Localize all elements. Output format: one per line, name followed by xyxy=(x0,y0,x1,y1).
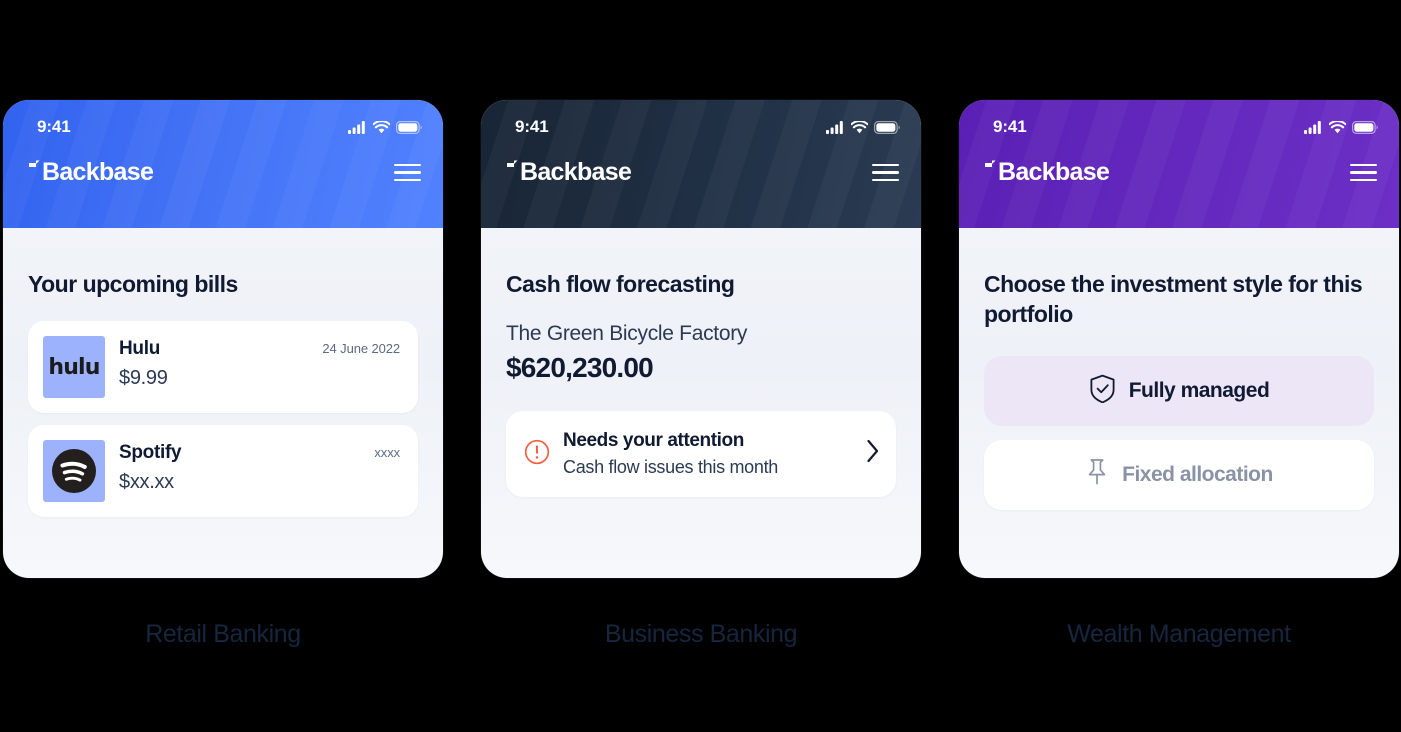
account-balance: $620,230.00 xyxy=(506,352,654,384)
bill-amount: $xx.xx xyxy=(119,471,174,494)
battery-icon xyxy=(874,120,900,134)
page-title: Cash flow forecasting xyxy=(506,271,735,297)
status-icon-group xyxy=(1304,120,1378,134)
brand-row: Backbase xyxy=(959,137,1399,187)
brand-row: Backbase xyxy=(481,137,921,187)
caption-wealth-management: Wealth Management xyxy=(1067,620,1291,648)
status-time: 9:41 xyxy=(515,117,549,136)
hulu-logo: hulu xyxy=(43,336,105,399)
screen-body-business: Cash flow forecasting The Green Bicycle … xyxy=(481,269,921,498)
chevron-right-icon[interactable] xyxy=(866,439,880,468)
option-label: Fully managed xyxy=(1128,378,1270,402)
alert-subtitle: Cash flow issues this month xyxy=(563,456,778,477)
wifi-icon xyxy=(851,120,868,133)
spotify-icon xyxy=(52,449,96,494)
signal-icon xyxy=(1304,120,1321,134)
bill-name: Hulu xyxy=(119,338,161,360)
backbase-logo[interactable]: Backbase xyxy=(28,158,154,187)
status-bar: 9:41 xyxy=(959,100,1399,137)
app-header-retail: 9:41 Backbase xyxy=(3,100,443,228)
signal-icon xyxy=(348,120,365,134)
wifi-icon xyxy=(373,120,390,133)
option-fixed-allocation[interactable]: Fixed allocation xyxy=(984,439,1374,510)
page-root: 9:41 Backbase Your upcoming bills hulu H… xyxy=(0,0,1401,732)
battery-icon xyxy=(1352,120,1378,134)
brand-name: Backbase xyxy=(42,158,154,186)
company-name: The Green Bicycle Factory xyxy=(506,322,748,346)
hamburger-menu-icon[interactable] xyxy=(394,163,421,182)
brand-row: Backbase xyxy=(3,137,443,187)
page-title: Choose the investment style for this por… xyxy=(984,271,1363,328)
status-time: 9:41 xyxy=(993,117,1027,136)
bill-due-date: 24 June 2022 xyxy=(322,341,400,357)
bill-amount: $9.99 xyxy=(119,367,168,390)
shield-check-icon xyxy=(1089,374,1116,408)
phone-mockup-retail: 9:41 Backbase Your upcoming bills hulu H… xyxy=(3,100,443,578)
backbase-logo[interactable]: Backbase xyxy=(506,158,632,187)
app-header-business: 9:41 Backbase xyxy=(481,100,921,228)
battery-icon xyxy=(396,120,422,134)
signal-icon xyxy=(826,120,843,134)
wifi-icon xyxy=(1329,120,1346,133)
caption-business-banking: Business Banking xyxy=(604,620,798,648)
alert-circle-icon xyxy=(524,439,550,470)
bill-info: Hulu $9.99 xyxy=(119,336,308,390)
hamburger-menu-icon[interactable] xyxy=(1350,163,1377,182)
pin-icon xyxy=(1085,457,1109,492)
status-icon-group xyxy=(348,120,422,134)
attention-alert-card[interactable]: Needs your attention Cash flow issues th… xyxy=(506,411,896,498)
backbase-mark-icon xyxy=(985,160,996,167)
bill-due-date: xxxx xyxy=(374,445,400,461)
alert-title: Needs your attention xyxy=(563,430,744,452)
bill-list: hulu Hulu $9.99 24 June 2022 Spotify $xx… xyxy=(28,321,418,518)
backbase-logo[interactable]: Backbase xyxy=(984,158,1110,187)
backbase-mark-icon xyxy=(29,160,40,167)
phone-mockup-business: 9:41 Backbase Cash flow forecasting The … xyxy=(481,100,921,578)
bill-list-item-spotify[interactable]: Spotify $xx.xx xxxx xyxy=(28,425,418,518)
page-title: Your upcoming bills xyxy=(28,271,238,297)
investment-style-options: Fully managed Fixed allocation xyxy=(984,355,1374,510)
status-bar: 9:41 xyxy=(3,100,443,137)
app-header-wealth: 9:41 Backbase xyxy=(959,100,1399,228)
bill-list-item-hulu[interactable]: hulu Hulu $9.99 24 June 2022 xyxy=(28,321,418,414)
screen-body-retail: Your upcoming bills hulu Hulu $9.99 24 J… xyxy=(3,269,443,518)
hamburger-menu-icon[interactable] xyxy=(872,163,899,182)
bill-info: Spotify $xx.xx xyxy=(119,440,360,494)
screen-body-wealth: Choose the investment style for this por… xyxy=(959,269,1399,510)
caption-retail-banking: Retail Banking xyxy=(145,620,301,648)
hulu-wordmark: hulu xyxy=(48,354,100,380)
bill-name: Spotify xyxy=(119,442,182,464)
phone-mockup-wealth: 9:41 Backbase Choose the investment styl… xyxy=(959,100,1399,578)
option-label: Fixed allocation xyxy=(1122,462,1273,486)
status-bar: 9:41 xyxy=(481,100,921,137)
backbase-mark-icon xyxy=(507,160,518,167)
spotify-logo xyxy=(43,440,105,503)
status-time: 9:41 xyxy=(37,117,71,136)
alert-text: Needs your attention Cash flow issues th… xyxy=(563,429,853,478)
brand-name: Backbase xyxy=(998,158,1110,186)
brand-name: Backbase xyxy=(520,158,632,186)
status-icon-group xyxy=(826,120,900,134)
option-fully-managed[interactable]: Fully managed xyxy=(984,355,1374,426)
